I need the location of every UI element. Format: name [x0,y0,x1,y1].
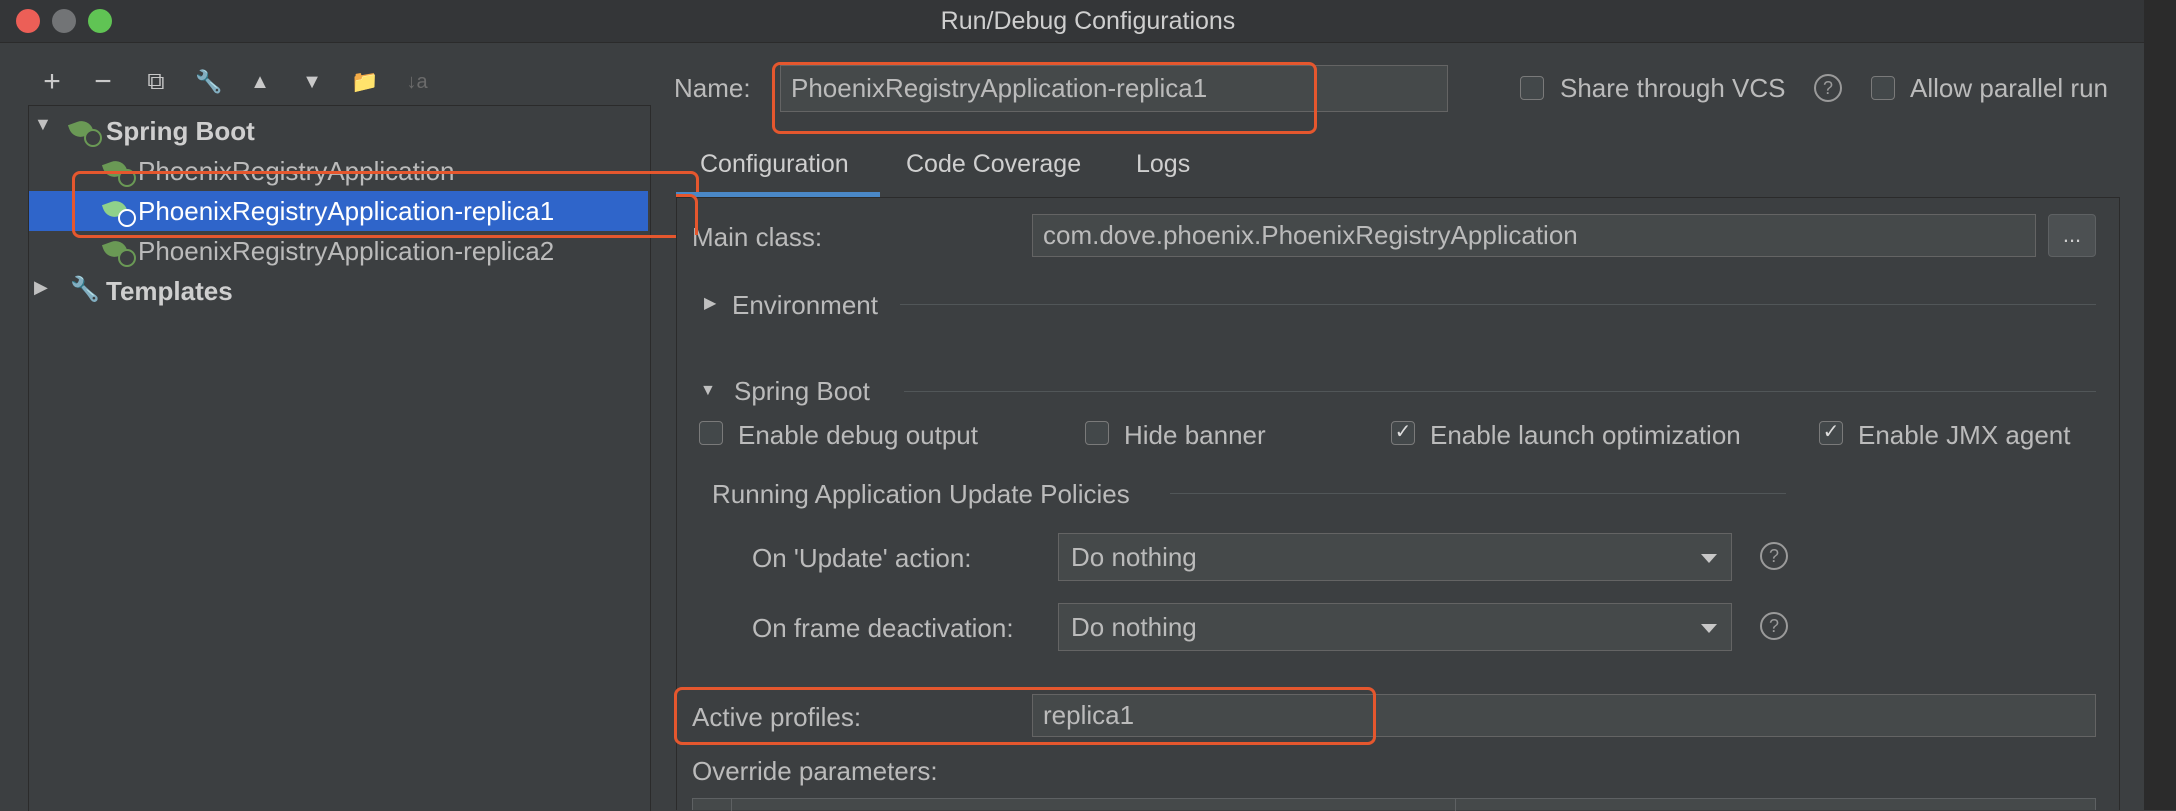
folder-icon[interactable]: 📁 [345,62,385,102]
hide-banner-label: Hide banner [1124,420,1266,450]
tab-code-coverage[interactable]: Code Coverage [906,150,1081,179]
collapse-arrow-icon[interactable]: ▼ [700,382,716,400]
override-params-label: Override parameters: [692,756,938,786]
frame-deactivation-value: Do nothing [1071,612,1197,642]
add-icon[interactable]: + [32,62,72,102]
spring-app-icon [101,237,138,267]
frame-deactivation-label: On frame deactivation: [752,613,1014,643]
jmx-checkbox[interactable]: ✓ [1819,421,1843,445]
highlight-box [72,171,699,238]
wrench-icon[interactable]: 🔧 [189,62,229,102]
update-action-value: Do nothing [1071,542,1197,572]
tab-configuration[interactable]: Configuration [700,150,849,179]
expand-arrow-icon[interactable]: ▶ [704,293,716,313]
tab-logs[interactable]: Logs [1136,150,1190,179]
move-up-icon[interactable]: ▲ [240,62,280,102]
launch-opt-label: Enable launch optimization [1430,420,1741,450]
separator [900,304,2096,305]
enable-debug-checkbox[interactable] [699,421,723,445]
frame-deactivation-select[interactable]: Do nothing [1058,603,1732,651]
copy-icon[interactable]: ⧉ [136,62,176,102]
chevron-down-icon [1701,554,1717,563]
spring-boot-icon [67,117,102,147]
browse-button[interactable]: ... [2048,214,2096,257]
launch-opt-checkbox[interactable]: ✓ [1391,421,1415,445]
override-params-table[interactable] [692,798,2096,811]
sort-icon[interactable]: ↓a [397,62,437,102]
window-title: Run/Debug Configurations [940,7,1236,35]
expand-arrow-icon[interactable]: ▼ [34,114,52,135]
update-action-label: On 'Update' action: [752,543,972,573]
policies-title: Running Application Update Policies [712,479,1130,509]
separator [1170,493,1786,494]
update-action-select[interactable]: Do nothing [1058,533,1732,581]
hide-banner-checkbox[interactable] [1085,421,1109,445]
separator [904,391,2096,392]
jmx-label: Enable JMX agent [1858,420,2071,450]
move-down-icon[interactable]: ▼ [292,62,332,102]
tree-group-spring-boot[interactable]: Spring Boot [106,111,255,151]
allow-parallel-label: Allow parallel run [1910,73,2108,103]
main-class-label: Main class: [692,222,823,252]
tree-group-templates[interactable]: Templates [106,271,233,311]
allow-parallel-checkbox[interactable] [1871,76,1895,100]
highlight-box [674,687,1376,745]
remove-icon[interactable]: − [83,62,123,102]
wrench-icon: 🔧 [70,276,100,303]
spring-boot-section-title[interactable]: Spring Boot [734,376,870,407]
help-icon[interactable]: ? [1760,542,1788,570]
chevron-down-icon [1701,624,1717,633]
name-label: Name: [674,73,751,103]
highlight-box [676,194,698,235]
help-icon[interactable]: ? [1814,74,1842,102]
share-vcs-checkbox[interactable] [1520,76,1544,100]
highlight-box [772,62,1317,134]
enable-debug-label: Enable debug output [738,420,978,450]
environment-section[interactable]: Environment [732,290,878,321]
main-class-input[interactable]: com.dove.phoenix.PhoenixRegistryApplicat… [1032,214,2036,257]
help-icon[interactable]: ? [1760,612,1788,640]
window-edge [2144,0,2176,810]
collapse-arrow-icon[interactable]: ▶ [34,277,48,298]
share-vcs-label: Share through VCS [1560,73,1786,103]
